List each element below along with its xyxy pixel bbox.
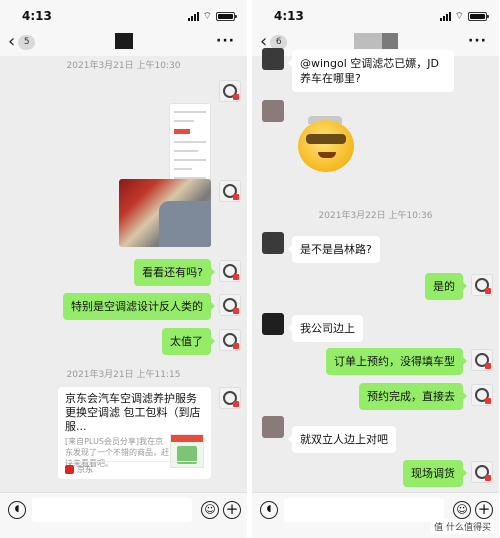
contact-avatar[interactable] [262, 416, 284, 438]
more-options-icon[interactable]: ··· [216, 33, 235, 49]
my-avatar[interactable] [219, 329, 241, 351]
outgoing-message[interactable]: 预约完成，直接去 [359, 383, 467, 410]
contact-name-redacted [353, 33, 398, 49]
contact-avatar[interactable] [262, 100, 284, 122]
signal-icon [187, 12, 199, 21]
message-input[interactable] [284, 498, 444, 522]
emoji-icon[interactable]: ☺ [201, 501, 219, 519]
incoming-message[interactable]: 是不是昌林路? [288, 236, 380, 263]
photo-image-message[interactable] [119, 179, 211, 247]
wifi-icon: ⌔ [202, 11, 212, 22]
emoji-icon[interactable]: ☺ [453, 501, 471, 519]
my-avatar[interactable] [219, 180, 241, 202]
input-bar: ◖ ☺ + [0, 492, 247, 538]
status-bar: 4:13 ⌔ [252, 0, 499, 30]
left-chat-screen: 4:13 ⌔ ‹ 5 ··· 2021年3月21日 上午10:30 看看还有吗?… [0, 0, 247, 538]
jd-logo-icon [65, 465, 74, 474]
status-time: 4:13 [22, 9, 52, 23]
outgoing-message[interactable]: 特别是空调滤设计反人类的 [63, 293, 215, 320]
shared-link-card[interactable]: 京东会汽车空调滤养护服务 更换空调滤 包工包料（到店服... [来自PLUS会员… [58, 387, 211, 479]
wifi-icon: ⌔ [454, 11, 464, 22]
my-avatar[interactable] [471, 461, 493, 483]
sticker-emoji-message[interactable] [292, 112, 362, 176]
my-avatar[interactable] [471, 349, 493, 371]
outgoing-message[interactable]: 是的 [425, 273, 467, 300]
message-input[interactable] [32, 498, 192, 522]
battery-icon [216, 12, 237, 21]
outgoing-message[interactable]: 太值了 [162, 328, 215, 355]
card-source: 京东 [65, 461, 204, 475]
contact-name-redacted [114, 33, 133, 49]
contact-avatar[interactable] [262, 48, 284, 70]
my-avatar[interactable] [219, 294, 241, 316]
contact-avatar[interactable] [262, 232, 284, 254]
message-list: @wingol 空调滤芯已嫖，JD养车在哪里? 2021年3月22日 上午10:… [252, 48, 499, 492]
voice-input-icon[interactable]: ◖ [260, 501, 278, 519]
right-chat-screen: 4:13 ⌔ ‹ 6 ··· @wingol 空调滤芯已嫖，JD养车在哪里? 2… [252, 0, 499, 538]
status-time: 4:13 [274, 9, 304, 23]
my-avatar[interactable] [219, 80, 241, 102]
timestamp: 2021年3月21日 上午10:30 [66, 61, 181, 71]
chat-header: ‹ 5 ··· [0, 30, 247, 56]
battery-icon [468, 12, 489, 21]
contact-avatar[interactable] [262, 313, 284, 335]
incoming-message[interactable]: 我公司边上 [288, 315, 363, 342]
unread-badge: 5 [18, 34, 36, 50]
back-button[interactable]: ‹ 5 [8, 31, 36, 52]
incoming-message[interactable]: @wingol 空调滤芯已嫖，JD养车在哪里? [288, 50, 454, 92]
my-avatar[interactable] [219, 260, 241, 282]
site-watermark: 值 什么值得买 [431, 519, 494, 534]
status-bar: 4:13 ⌔ [0, 0, 247, 30]
status-icons: ⌔ [439, 10, 489, 23]
my-avatar[interactable] [471, 384, 493, 406]
chevron-left-icon: ‹ [8, 31, 16, 52]
signal-icon [439, 12, 451, 21]
card-title: 京东会汽车空调滤养护服务 更换空调滤 包工包料（到店服... [65, 392, 201, 433]
plus-icon[interactable]: + [223, 501, 241, 519]
timestamp: 2021年3月22日 上午10:36 [318, 211, 433, 221]
card-source-label: 京东 [77, 465, 93, 474]
more-options-icon[interactable]: ··· [468, 33, 487, 49]
message-list: 2021年3月21日 上午10:30 看看还有吗? 特别是空调滤设计反人类的 太… [0, 56, 247, 492]
timestamp: 2021年3月21日 上午11:15 [66, 370, 181, 380]
voice-input-icon[interactable]: ◖ [8, 501, 26, 519]
status-icons: ⌔ [187, 10, 237, 23]
my-avatar[interactable] [219, 387, 241, 409]
outgoing-message[interactable]: 看看还有吗? [134, 259, 215, 286]
plus-icon[interactable]: + [475, 501, 493, 519]
incoming-message[interactable]: 就双立人边上对吧 [288, 426, 396, 453]
my-avatar[interactable] [471, 274, 493, 296]
outgoing-message[interactable]: 现场调货 [403, 460, 467, 487]
outgoing-message[interactable]: 订单上预约，没得填车型 [326, 348, 467, 375]
